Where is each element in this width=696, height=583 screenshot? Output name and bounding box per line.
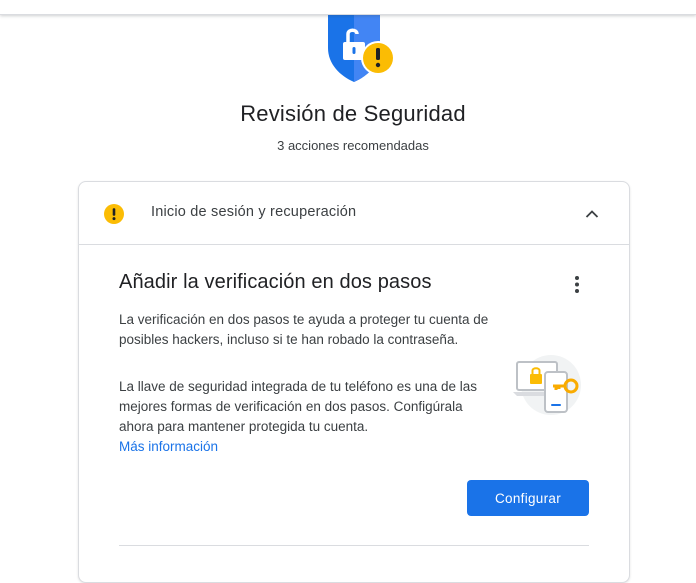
chevron-up-icon[interactable]	[583, 205, 601, 223]
more-vert-icon[interactable]	[565, 273, 589, 297]
configure-button[interactable]: Configurar	[467, 480, 589, 516]
top-app-bar	[0, 0, 696, 15]
warning-icon	[104, 204, 124, 224]
recommendation-description: La verificación en dos pasos te ayuda a …	[119, 312, 489, 347]
laptop-phone-key-icon	[511, 352, 583, 418]
recommendation-security-key-note: La llave de seguridad integrada de tu te…	[119, 379, 478, 434]
page-title: Revisión de Seguridad	[240, 101, 466, 126]
recommended-actions-count: 3 acciones recomendadas	[277, 138, 429, 153]
divider	[119, 545, 589, 546]
section-label: Inicio de sesión y recuperación	[151, 204, 357, 220]
section-header-signin-recovery[interactable]: Inicio de sesión y recuperación	[79, 182, 629, 245]
security-issue-card: Inicio de sesión y recuperación Añadir l…	[78, 181, 630, 583]
shield-lock-warning-icon	[324, 6, 400, 86]
recommendation-title: Añadir la verificación en dos pasos	[119, 271, 432, 293]
learn-more-link[interactable]: Más información	[119, 437, 218, 457]
